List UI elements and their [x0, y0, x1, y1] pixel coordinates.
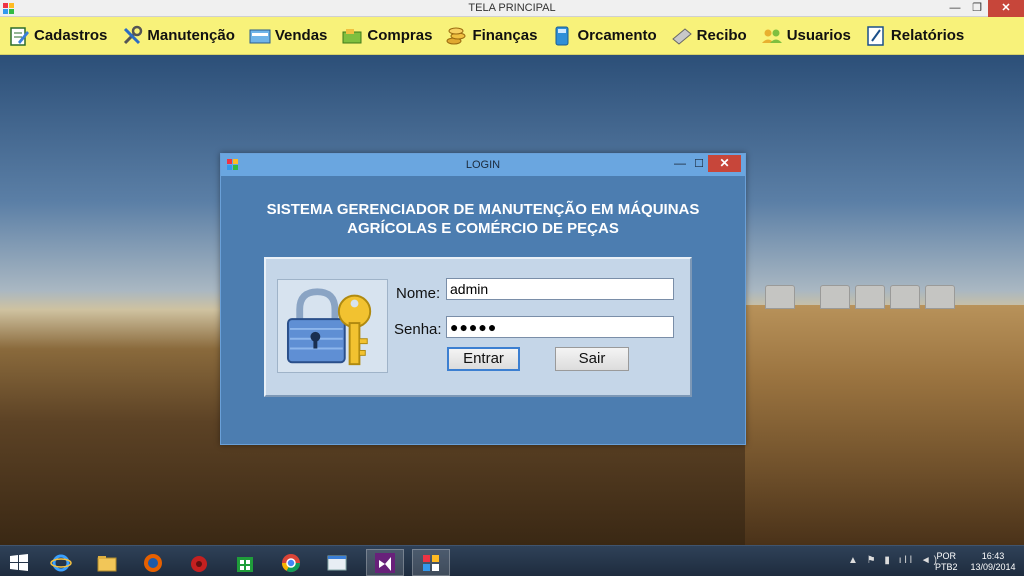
wallpaper-wheat [745, 305, 1024, 545]
taskbar-app-red[interactable] [180, 549, 218, 576]
menu-label: Finanças [472, 27, 538, 44]
wallpaper-silo [820, 285, 850, 309]
wallpaper-silo [890, 285, 920, 309]
main-menubar: Cadastros Manutenção Vendas Compras Fina… [0, 17, 1024, 55]
lock-key-picture [277, 279, 388, 373]
language-code: POR [936, 551, 957, 561]
login-titlebar: LOGIN — ☐ ✕ [221, 154, 745, 176]
coins-icon [446, 27, 466, 44]
store-icon [237, 556, 253, 572]
clock[interactable]: 16:43 13/09/2014 [966, 551, 1020, 576]
window-titlebar: TELA PRINCIPAL — ❐ ✕ [0, 0, 1024, 17]
taskbar-firefox[interactable] [134, 549, 172, 576]
entrar-button[interactable]: Entrar [447, 347, 520, 371]
restore-button[interactable]: ❐ [966, 0, 988, 17]
visual-studio-icon [375, 552, 395, 573]
senha-label: Senha: [394, 321, 442, 338]
heading-line-2: AGRÍCOLAS E COMÉRCIO DE PEÇAS [347, 220, 619, 237]
menu-relatorios[interactable]: Relatórios [865, 17, 964, 55]
wallpaper-silo [855, 285, 885, 309]
firefox-icon [144, 553, 162, 572]
menu-label: Compras [367, 27, 433, 44]
language-indicator[interactable]: POR PTB2 [935, 551, 958, 576]
login-title: LOGIN [465, 159, 501, 171]
login-maximize-button[interactable]: ☐ [690, 156, 708, 172]
clock-time: 16:43 [981, 551, 1005, 561]
menu-compras[interactable]: Compras [341, 17, 432, 55]
taskbar-explorer[interactable] [88, 549, 126, 576]
window-app-icon [327, 555, 347, 570]
taskbar-visual-studio[interactable] [366, 549, 404, 576]
menu-label: Vendas [274, 27, 328, 44]
users-icon [761, 29, 782, 43]
menu-manutencao[interactable]: Manutenção [121, 17, 235, 55]
taskbar-window-app[interactable] [318, 549, 356, 576]
cart-icon [342, 28, 362, 43]
system-tray-icons[interactable]: ▲ ⚑ ▮ ıll ◄) [848, 555, 940, 576]
winforms-app-icon [423, 554, 439, 571]
menu-label: Cadastros [34, 27, 108, 44]
menu-cadastros[interactable]: Cadastros [8, 17, 107, 55]
file-explorer-icon [97, 555, 117, 571]
chrome-icon [282, 553, 300, 572]
window-title: TELA PRINCIPAL [468, 2, 556, 14]
menu-usuarios[interactable]: Usuarios [761, 17, 851, 55]
login-heading: SISTEMA GERENCIADOR DE MANUTENÇÃO EM MÁQ… [231, 200, 735, 238]
tools-icon [124, 25, 143, 44]
cash-register-icon [249, 29, 271, 43]
nome-label: Nome: [396, 285, 441, 302]
minimize-button[interactable]: — [944, 0, 966, 17]
menu-label: Recibo [696, 27, 747, 44]
calculator-icon [555, 26, 569, 45]
clock-date: 13/09/2014 [970, 562, 1016, 572]
taskbar-winforms-app[interactable] [412, 549, 450, 576]
login-close-button[interactable]: ✕ [708, 155, 741, 172]
edit-clipboard-icon [10, 26, 29, 46]
start-button[interactable] [0, 549, 38, 576]
menu-vendas[interactable]: Vendas [249, 17, 328, 55]
nome-input[interactable]: admin [446, 278, 674, 300]
report-icon [867, 25, 884, 46]
wallpaper-silo [765, 285, 795, 309]
keyboard-layout: PTB2 [935, 562, 958, 572]
login-dialog: LOGIN — ☐ ✕ SISTEMA GERENCIADOR DE MANUT… [220, 153, 746, 445]
menu-recibo[interactable]: Recibo [671, 17, 747, 55]
sair-button[interactable]: Sair [555, 347, 629, 371]
taskbar-store[interactable] [226, 549, 264, 576]
taskbar-chrome[interactable] [272, 549, 310, 576]
receipt-icon [671, 27, 692, 45]
taskbar-ie[interactable] [42, 549, 80, 576]
menu-label: Usuarios [786, 27, 851, 44]
login-panel: Nome: admin Senha: ●●●●● Entrar Sair [264, 257, 692, 397]
menu-financas[interactable]: Finanças [446, 17, 537, 55]
windows-start-icon [10, 553, 28, 571]
senha-input[interactable]: ●●●●● [446, 316, 674, 338]
heading-line-1: SISTEMA GERENCIADOR DE MANUTENÇÃO EM MÁQ… [266, 201, 700, 218]
app-red-icon [191, 555, 207, 572]
padlock-key-icon [286, 288, 372, 366]
menu-label: Orcamento [577, 27, 657, 44]
internet-explorer-icon [50, 554, 72, 571]
menu-label: Manutenção [147, 27, 235, 44]
close-button[interactable]: ✕ [988, 0, 1024, 17]
wallpaper-silo [925, 285, 955, 309]
login-minimize-button[interactable]: — [671, 156, 689, 172]
menu-orcamento[interactable]: Orcamento [551, 17, 657, 55]
taskbar: ▲ ⚑ ▮ ıll ◄) POR PTB2 16:43 13/09/2014 [0, 545, 1024, 576]
menu-label: Relatórios [890, 27, 965, 44]
